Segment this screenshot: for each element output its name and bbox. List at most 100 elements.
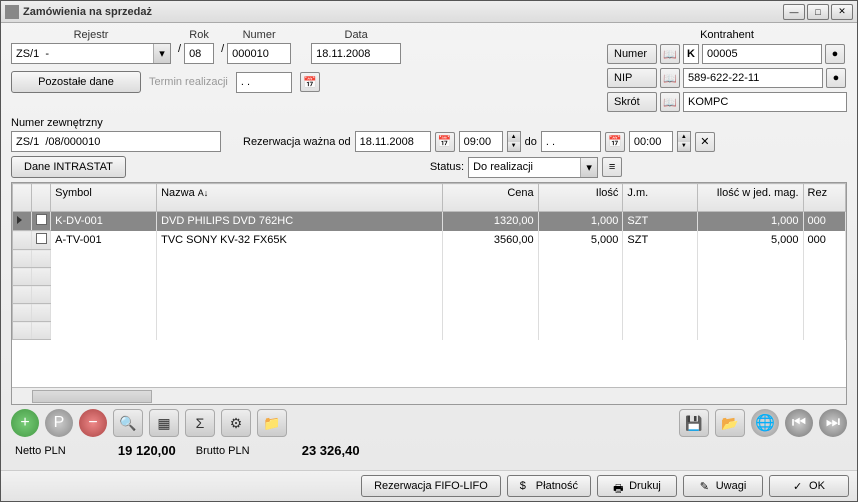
rok-label: Rok [189,29,209,41]
window-title: Zamówienia na sprzedaż [23,6,783,18]
row-checkbox[interactable] [32,231,51,250]
globe-button[interactable]: 🌐 [751,409,779,437]
open-button[interactable]: 📂 [715,409,745,437]
cell-iloscw: 1,000 [697,212,803,231]
table-row[interactable]: K-DV-001 DVD PHILIPS DVD 762HC 1320,00 1… [13,212,846,231]
list-icon[interactable]: ≡ [602,157,622,177]
pay-button[interactable]: P [45,409,73,437]
maximize-button[interactable]: □ [807,4,829,20]
numer-zewn-input [11,131,221,152]
book-icon[interactable]: 📖 [660,68,680,88]
row-header-col [13,184,32,212]
apple-icon[interactable]: ● [826,68,846,88]
drukuj-button[interactable]: 🖶Drukuj [597,475,677,497]
data-input-wrap [311,43,401,64]
remove-button[interactable]: − [79,409,107,437]
cell-ilosc: 1,000 [538,212,623,231]
kontrahent-nip-value [683,68,823,88]
book-icon[interactable]: 📖 [660,44,680,64]
cell-cena: 1320,00 [443,212,538,231]
ball-icon[interactable]: ● [825,44,845,64]
kontrahent-nip-button[interactable]: NIP [607,68,657,88]
footer: Rezerwacja FIFO-LIFO $Płatność 🖶Drukuj ✎… [1,470,857,501]
do-label: do [525,136,537,148]
row-checkbox[interactable] [32,212,51,231]
folder-button[interactable]: 📁 [257,409,287,437]
status-label: Status: [430,161,464,173]
add-button[interactable]: + [11,409,39,437]
row-pointer [13,212,32,231]
grid: Symbol Nazwa A↓ Cena Ilość J.m. Ilość w … [11,182,847,405]
uwagi-button[interactable]: ✎Uwagi [683,475,763,497]
kontrahent-label: Kontrahent [607,29,847,41]
minimize-button[interactable]: — [783,4,805,20]
cell-jm: SZT [623,231,697,250]
search-button[interactable]: 🔍 [113,409,143,437]
rejestr-input[interactable] [16,46,166,61]
chevron-down-icon[interactable]: ▾ [580,158,597,177]
toolbar: + P − 🔍 ▦ Σ ⚙ 📁 💾 📂 🌐 ⏮ ⏭ [11,405,847,441]
numer-input-wrap [227,43,291,64]
money-icon: $ [520,480,532,492]
termin-label: Termin realizacji [149,76,228,88]
grid-button[interactable]: ▦ [149,409,179,437]
chevron-down-icon[interactable]: ▾ [153,44,170,63]
kontrahent-skrot-button[interactable]: Skrót [607,92,657,112]
numer-input[interactable] [232,46,286,61]
slash: / [221,29,224,55]
data-input[interactable] [316,46,396,61]
platnosc-button[interactable]: $Płatność [507,475,591,497]
kontrahent-numer-button[interactable]: Numer [607,44,657,64]
cell-iloscw: 5,000 [697,231,803,250]
rok-input[interactable] [189,46,209,61]
close-button[interactable]: ✕ [831,4,853,20]
row4: Dane INTRASTAT Status: ▾ ≡ [11,156,847,178]
sum-button[interactable]: Σ [185,409,215,437]
save-button[interactable]: 💾 [679,409,709,437]
time-to-input[interactable] [629,131,673,152]
totals: Netto PLN 19 120,00 Brutto PLN 23 326,40 [11,441,847,466]
table-row[interactable] [13,286,846,304]
cell-cena: 3560,00 [443,231,538,250]
time-from-spinner[interactable]: ▲▼ [507,131,521,152]
last-button[interactable]: ⏭ [819,409,847,437]
data-table[interactable]: Symbol Nazwa A↓ Cena Ilość J.m. Ilość w … [12,183,846,340]
brutto-label: Brutto PLN [196,445,250,457]
cell-ilosc: 5,000 [538,231,623,250]
clear-button[interactable]: ✕ [695,132,715,152]
status-combo[interactable]: ▾ [468,157,598,178]
col-iloscw[interactable]: Ilość w jed. mag. [697,184,803,212]
calendar-icon[interactable]: 📅 [300,72,320,92]
table-row[interactable] [13,250,846,268]
first-button[interactable]: ⏮ [785,409,813,437]
calendar-icon[interactable]: 📅 [435,132,455,152]
col-cena[interactable]: Cena [443,184,538,212]
rejestr-combo[interactable]: ▾ [11,43,171,64]
book-icon[interactable]: 📖 [660,92,680,112]
note-icon: ✎ [700,480,712,492]
date-from-input[interactable] [355,131,431,152]
col-ilosc[interactable]: Ilość [538,184,623,212]
col-jm[interactable]: J.m. [623,184,697,212]
calendar-icon[interactable]: 📅 [605,132,625,152]
col-nazwa[interactable]: Nazwa A↓ [157,184,443,212]
time-from-input[interactable] [459,131,503,152]
kontrahent-numer-value [702,44,822,64]
fifo-lifo-button[interactable]: Rezerwacja FIFO-LIFO [361,475,501,497]
col-symbol[interactable]: Symbol [51,184,157,212]
horizontal-scrollbar[interactable] [12,387,846,404]
table-row[interactable] [13,268,846,286]
time-to-spinner[interactable]: ▲▼ [677,131,691,152]
table-row[interactable] [13,322,846,340]
table-row[interactable] [13,304,846,322]
netto-value: 19 120,00 [86,443,176,458]
pozostale-dane-button[interactable]: Pozostałe dane [11,71,141,93]
gears-button[interactable]: ⚙ [221,409,251,437]
termin-input[interactable] [236,72,292,93]
ok-button[interactable]: ✓OK [769,475,849,497]
table-row[interactable]: A-TV-001 TVC SONY KV-32 FX65K 3560,00 5,… [13,231,846,250]
cell-rez: 000 [803,212,845,231]
col-rez[interactable]: Rez [803,184,845,212]
date-to-input[interactable] [541,131,601,152]
intrastat-button[interactable]: Dane INTRASTAT [11,156,126,178]
